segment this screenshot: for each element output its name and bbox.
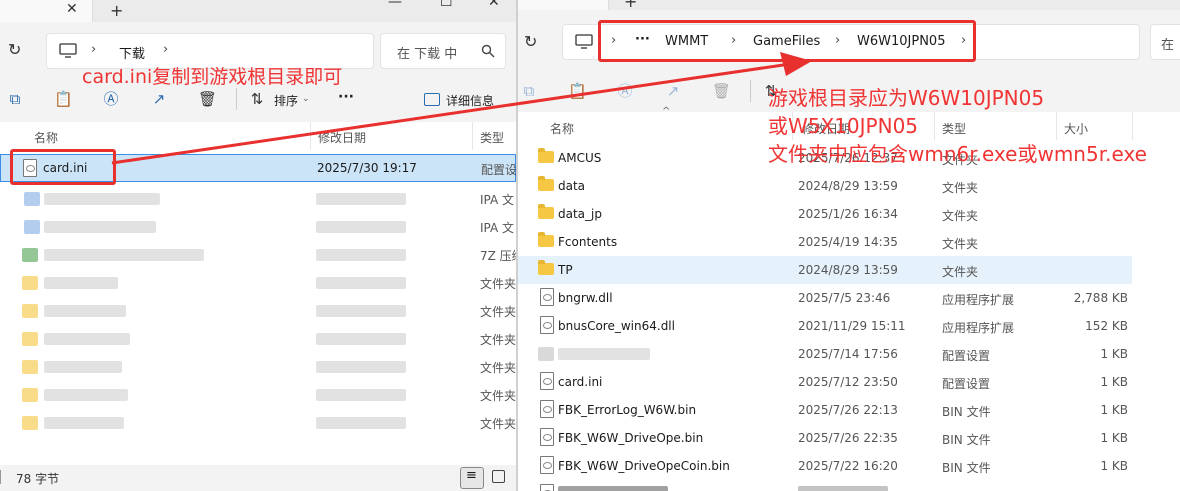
annotation-exe-hint: 文件夹中应包含wmn6r.exe或wmn5r.exe	[768, 142, 1147, 166]
annotation-root-dir: 游戏根目录应为W6W10JPN05	[768, 86, 1045, 110]
annotation-alt-dir: 或W5X10JPN05	[768, 114, 919, 138]
annotation-copy-card-ini: card.ini复制到游戏根目录即可	[82, 66, 343, 88]
